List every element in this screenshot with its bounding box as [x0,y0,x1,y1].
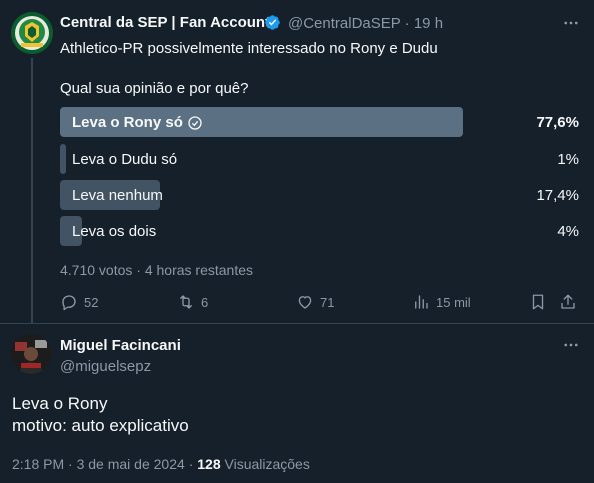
tweet-time[interactable]: 19 h [414,15,443,32]
tweet-text-line: Athletico-PR possivelmente interessado n… [60,40,438,57]
views-button[interactable]: 15 mil [412,292,471,312]
reply-views-label: Visualizações [224,456,310,472]
avatar-miguel-facincani[interactable] [11,334,51,374]
poll-option-percent: 1% [557,151,579,168]
author-handle-time: @CentralDaSEP · 19 h [288,15,443,32]
poll-option-percent: 77,6% [536,114,579,131]
poll-option-percent: 17,4% [536,187,579,204]
share-button[interactable] [559,292,577,312]
verified-badge-icon [265,15,280,30]
poll-votes: 4.710 votos [60,262,133,278]
poll-option-4: Leva os dois 4% [60,216,581,246]
like-button[interactable]: 71 [296,292,334,312]
author-handle[interactable]: @CentralDaSEP [288,15,401,32]
reply-author-name[interactable]: Miguel Facincani [60,337,181,354]
reply-more-options-icon[interactable] [560,334,582,356]
like-count: 71 [320,294,335,310]
retweet-count: 6 [201,294,209,310]
poll-option-3: Leva nenhum 17,4% [60,180,581,210]
poll-option-label: Leva o Dudu só [72,151,178,168]
poll-option-1: Leva o Rony só 77,6% [60,107,581,137]
heart-icon [298,296,312,309]
reply-text-line-2: motivo: auto explicativo [12,416,189,435]
reply-time[interactable]: 2:18 PM [12,456,64,472]
separator-dot: · [404,15,410,32]
avatar-central-da-sep[interactable] [11,12,53,54]
bookmark-icon [532,294,544,310]
author-name[interactable]: Central da SEP | Fan Account [60,14,270,31]
views-count: 15 mil [436,294,471,310]
check-circle-icon [188,115,202,130]
reply-button[interactable]: 52 [60,292,98,312]
thread-line [31,58,33,323]
tweet-text-question: Qual sua opinião e por quê? [60,80,249,97]
poll-option-label: Leva nenhum [72,187,163,204]
reply-author-handle[interactable]: @miguelsepz [60,358,151,375]
reply-icon [62,295,76,311]
share-icon [561,294,575,309]
poll-remaining: 4 horas restantes [144,262,254,278]
bookmark-button[interactable] [529,292,547,312]
reply-count: 52 [84,294,99,310]
poll-option-percent: 4% [557,223,579,240]
divider [0,323,594,324]
analytics-icon [415,295,428,309]
more-options-icon[interactable] [560,12,582,34]
reply-date[interactable]: 3 de mai de 2024 [77,456,185,472]
reply-meta: 2:18 PM · 3 de mai de 2024 · 128 Visuali… [12,456,310,472]
poll-meta: 4.710 votos · 4 horas restantes [60,262,254,278]
poll-option-label: Leva o Rony só [72,114,203,131]
reply-views-count: 128 [197,456,221,472]
poll-option-2: Leva o Dudu só 1% [60,144,581,174]
poll-option-label: Leva os dois [72,223,157,240]
retweet-button[interactable]: 6 [177,292,208,312]
retweet-icon [180,295,192,309]
poll-bar [60,144,66,174]
reply-text-line-1: Leva o Rony [12,394,108,413]
